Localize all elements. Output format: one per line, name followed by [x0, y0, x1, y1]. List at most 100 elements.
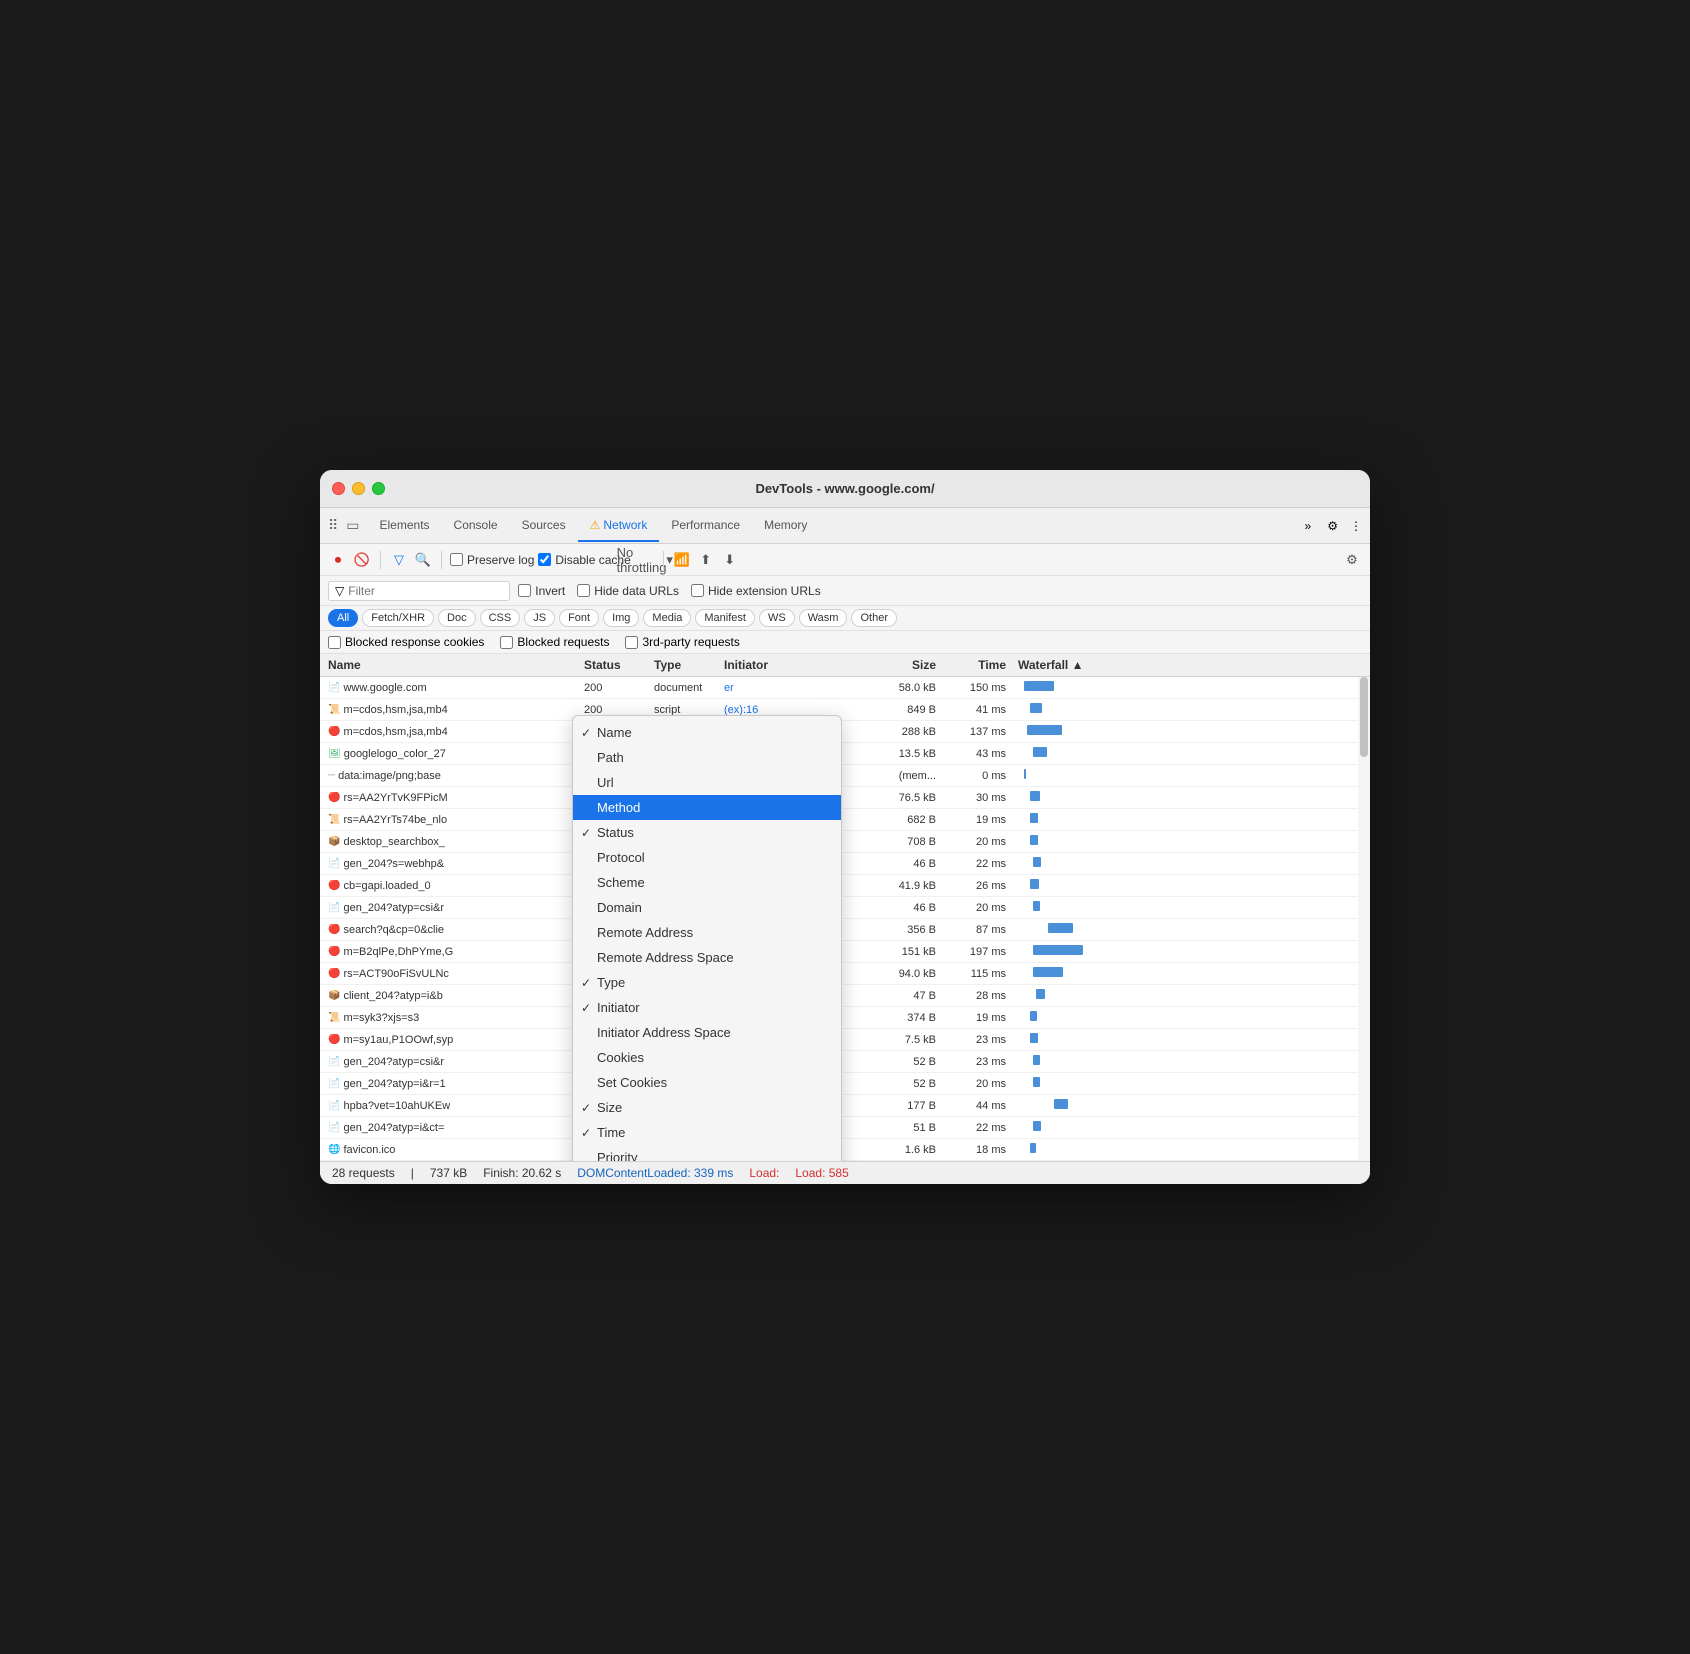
type-filters-row: All Fetch/XHR Doc CSS JS Font Img Media … — [320, 606, 1370, 631]
type-btn-js[interactable]: JS — [524, 609, 555, 627]
tab-performance[interactable]: Performance — [659, 510, 752, 542]
wifi-icon[interactable]: 📶 — [672, 550, 692, 570]
preserve-log-checkbox[interactable]: Preserve log — [450, 553, 534, 567]
filter-input[interactable] — [348, 584, 503, 598]
third-party-checkbox[interactable]: 3rd-party requests — [625, 635, 739, 649]
menu-item-set-cookies[interactable]: Set Cookies — [573, 1070, 841, 1095]
tab-sources[interactable]: Sources — [510, 510, 578, 542]
table-row[interactable]: 📄 gen_204?atyp=i&ct= 204 fetch (ex):3 51… — [320, 1117, 1370, 1139]
more-tabs-button[interactable]: » ⚙ ⋮ — [1305, 519, 1362, 533]
table-row[interactable]: 🔴 m=B2qlPe,DhPYme,G 200 script dos,hsm,j… — [320, 941, 1370, 963]
type-btn-fetch[interactable]: Fetch/XHR — [362, 609, 434, 627]
row-type: script — [650, 704, 720, 716]
menu-item-remote-address[interactable]: Remote Address — [573, 920, 841, 945]
col-header-type[interactable]: Type — [650, 658, 720, 672]
upload-icon[interactable]: ⬆ — [696, 550, 716, 570]
transfer-size: | — [411, 1166, 414, 1180]
menu-item-status[interactable]: Status — [573, 820, 841, 845]
blocked-requests-checkbox[interactable]: Blocked requests — [500, 635, 609, 649]
stop-recording-icon[interactable]: ⏺ — [328, 550, 348, 570]
table-row[interactable]: 📦 client_204?atyp=i&b 204 fetch (ex):3 4… — [320, 985, 1370, 1007]
table-row[interactable]: 📄 gen_204?atyp=csi&r 204 fetch dos,hsm,j… — [320, 1051, 1370, 1073]
menu-item-time[interactable]: Time — [573, 1120, 841, 1145]
table-row[interactable]: 🔴 rs=AA2YrTvK9FPicM 200 fetch (ex):103 7… — [320, 787, 1370, 809]
col-header-name[interactable]: Name — [320, 658, 580, 672]
scrollbar-thumb[interactable] — [1360, 677, 1368, 757]
context-menu[interactable]: NamePathUrlMethodStatusProtocol Scheme Dom… — [572, 715, 842, 1161]
menu-item-initiator-address-space[interactable]: Initiator Address Space — [573, 1020, 841, 1045]
blocked-cookies-checkbox[interactable]: Blocked response cookies — [328, 635, 484, 649]
tab-console[interactable]: Console — [442, 510, 510, 542]
col-header-time[interactable]: Time — [940, 658, 1010, 672]
type-btn-img[interactable]: Img — [603, 609, 639, 627]
table-row[interactable]: 🔴 search?q&cp=0&clie 200 fetch dos,hsm,j… — [320, 919, 1370, 941]
row-time: 0 ms — [940, 770, 1010, 782]
filter-input-wrap[interactable]: ▽ — [328, 581, 510, 601]
table-row[interactable]: 📄 gen_204?atyp=csi&r 204 fetch dos,hsm,j… — [320, 897, 1370, 919]
col-header-status[interactable]: Status — [580, 658, 650, 672]
menu-item-url[interactable]: Url — [573, 770, 841, 795]
type-btn-ws[interactable]: WS — [759, 609, 795, 627]
type-btn-all[interactable]: All — [328, 609, 358, 627]
download-icon[interactable]: ⬇ — [720, 550, 740, 570]
row-status: 200 — [580, 682, 650, 694]
filter-icon[interactable]: ▽ — [389, 550, 409, 570]
menu-item-path[interactable]: Path — [573, 745, 841, 770]
menu-item-cookies[interactable]: Cookies — [573, 1045, 841, 1070]
type-btn-doc[interactable]: Doc — [438, 609, 476, 627]
menu-item-priority[interactable]: Priority — [573, 1145, 841, 1161]
table-row[interactable]: 🔴 rs=ACT90oFiSvULNc 200 fetch dos,hsm,js… — [320, 963, 1370, 985]
table-row[interactable]: 📄 hpba?vet=10ahUKEw 200 document 2qlPe,D… — [320, 1095, 1370, 1117]
type-btn-manifest[interactable]: Manifest — [695, 609, 755, 627]
menu-item-scheme[interactable]: Scheme — [573, 870, 841, 895]
finish-time: Finish: 20.62 s — [483, 1166, 561, 1180]
hide-ext-urls-checkbox[interactable]: Hide extension URLs — [691, 584, 821, 598]
table-row[interactable]: 📄 gen_204?s=webhp& 204 fetch (ex):11 46 … — [320, 853, 1370, 875]
menu-item-method[interactable]: Method — [573, 795, 841, 820]
type-btn-other[interactable]: Other — [851, 609, 897, 627]
table-row[interactable]: 🔴 m=sy1au,P1OOwf,syp 200 script dos,hsm,… — [320, 1029, 1370, 1051]
table-row[interactable]: ─ data:image/png;base 200 png (ex):106 (… — [320, 765, 1370, 787]
menu-item-protocol[interactable]: Protocol — [573, 845, 841, 870]
table-row[interactable]: 📦 desktop_searchbox_ 200 css (ex):110 70… — [320, 831, 1370, 853]
table-row[interactable]: 🖼 googlelogo_color_27 200 png (ex):59 13… — [320, 743, 1370, 765]
menu-item-initiator[interactable]: Initiator — [573, 995, 841, 1020]
menu-item-label: Scheme — [597, 875, 645, 890]
col-header-size[interactable]: Size — [860, 658, 940, 672]
table-row[interactable]: 🔴 cb=gapi.loaded_0 200 script A2YrTvK9F … — [320, 875, 1370, 897]
type-btn-wasm[interactable]: Wasm — [799, 609, 848, 627]
scrollbar-area[interactable] — [1358, 677, 1370, 1161]
more-options-icon[interactable]: ⋮ — [1350, 519, 1362, 533]
close-button[interactable] — [332, 482, 345, 495]
tab-network[interactable]: ⚠Network — [578, 510, 660, 542]
col-header-initiator[interactable]: Initiator — [720, 658, 860, 672]
type-btn-css[interactable]: CSS — [480, 609, 521, 627]
search-icon[interactable]: 🔍 — [413, 550, 433, 570]
row-name: googlelogo_color_27 — [344, 748, 446, 760]
menu-item-domain[interactable]: Domain — [573, 895, 841, 920]
settings-icon[interactable]: ⚙ — [1327, 519, 1338, 533]
tab-elements[interactable]: Elements — [368, 510, 442, 542]
type-btn-media[interactable]: Media — [643, 609, 691, 627]
menu-item-size[interactable]: Size — [573, 1095, 841, 1120]
table-row[interactable]: 📜 m=syk3?xjs=s3 200 script dos,hsm,jsa 3… — [320, 1007, 1370, 1029]
clear-icon[interactable]: 🚫 — [352, 550, 372, 570]
menu-item-remote-address-space[interactable]: Remote Address Space — [573, 945, 841, 970]
menu-item-name[interactable]: Name — [573, 720, 841, 745]
invert-checkbox[interactable]: Invert — [518, 584, 565, 598]
col-header-waterfall[interactable]: Waterfall ▲ — [1010, 658, 1370, 672]
table-row[interactable]: 📄 www.google.com 200 document er 58.0 kB… — [320, 677, 1370, 699]
tab-memory[interactable]: Memory — [752, 510, 819, 542]
table-row[interactable]: 📜 rs=AA2YrTs74be_nlo 200 script (ex):103… — [320, 809, 1370, 831]
minimize-button[interactable] — [352, 482, 365, 495]
table-row[interactable]: 📄 gen_204?atyp=i&r=1 204 fetch dos,hsm,j… — [320, 1073, 1370, 1095]
throttle-select[interactable]: No throttling ▾ — [635, 550, 655, 570]
menu-item-type[interactable]: Type — [573, 970, 841, 995]
network-settings-icon[interactable]: ⚙ — [1342, 550, 1362, 570]
table-row[interactable]: 📜 m=cdos,hsm,jsa,mb4 200 script (ex):16 … — [320, 699, 1370, 721]
type-btn-font[interactable]: Font — [559, 609, 599, 627]
hide-data-urls-checkbox[interactable]: Hide data URLs — [577, 584, 679, 598]
table-row[interactable]: 🔴 m=cdos,hsm,jsa,mb4 200 script (ex):17 … — [320, 721, 1370, 743]
table-row[interactable]: 🌐 favicon.ico 200 icon er 1.6 kB 18 ms — [320, 1139, 1370, 1161]
maximize-button[interactable] — [372, 482, 385, 495]
